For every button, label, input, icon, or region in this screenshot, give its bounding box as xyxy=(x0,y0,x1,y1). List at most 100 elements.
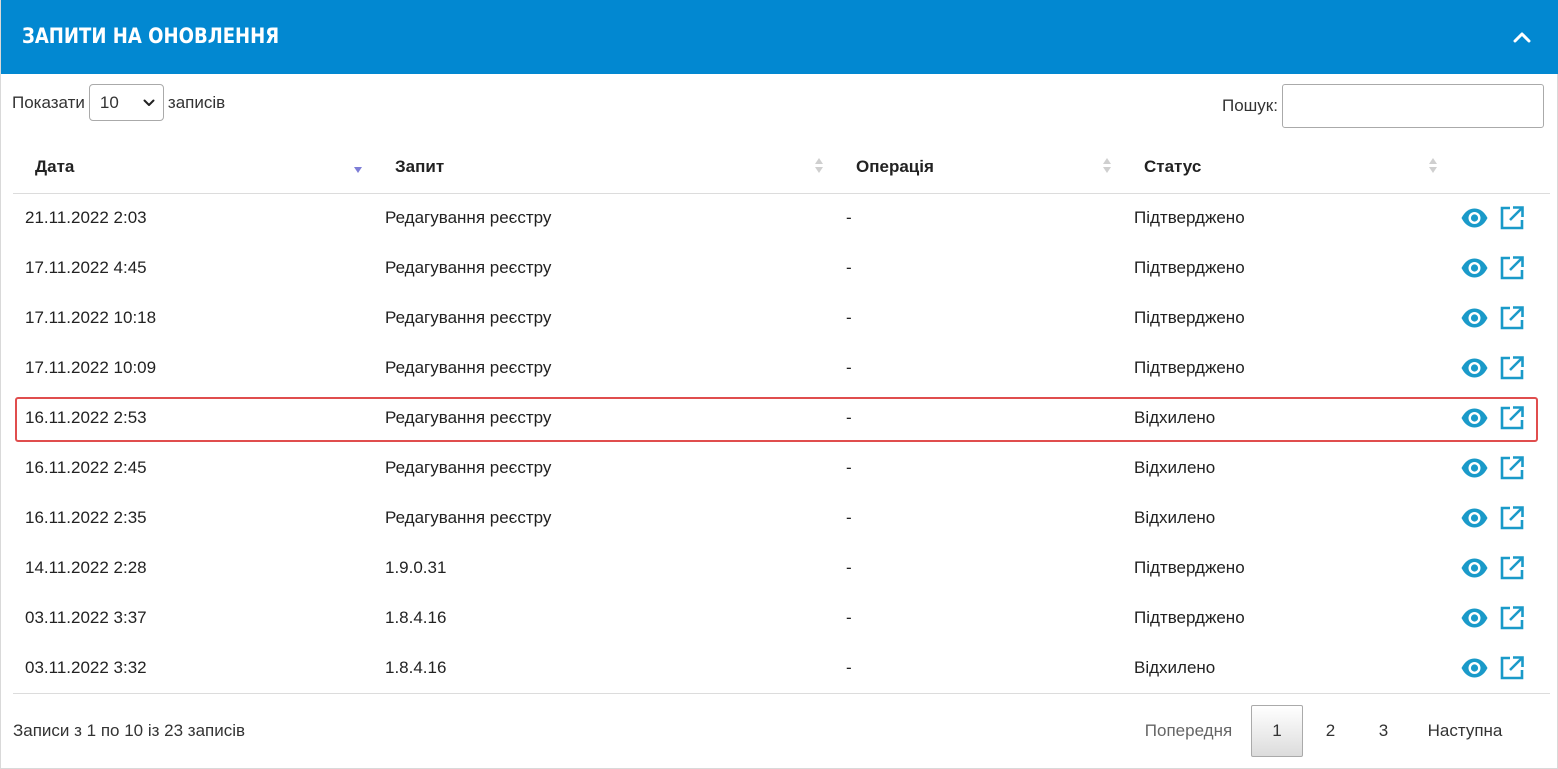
sort-icon xyxy=(815,158,823,173)
external-link-icon[interactable] xyxy=(1499,255,1525,281)
page-length-control: Показати 10 записів xyxy=(12,84,225,121)
cell-operation: - xyxy=(846,558,852,577)
cell-actions xyxy=(1448,443,1550,493)
table-row: 17.11.2022 4:45 Редагування реєстру - Підтв… xyxy=(13,243,1550,293)
row-actions xyxy=(1448,405,1550,431)
chevron-up-icon[interactable] xyxy=(1509,26,1535,48)
cell-actions xyxy=(1448,593,1550,643)
row-actions xyxy=(1448,305,1550,331)
cell-operation: - xyxy=(846,208,852,228)
cell-date: 17.11.2022 10:09 xyxy=(25,358,157,377)
cell-actions xyxy=(1448,343,1550,393)
cell-operation: - xyxy=(846,458,852,477)
cell-request: Редагування реєстру xyxy=(385,508,552,527)
table-row: 14.11.2022 2:28 1.9.0.31 - Підтверджено xyxy=(13,543,1550,593)
cell-status: Відхилено xyxy=(1134,408,1216,427)
panel-header: ЗАПИТИ НА ОНОВЛЕННЯ xyxy=(1,0,1558,74)
eye-icon[interactable] xyxy=(1460,257,1489,279)
cell-operation: - xyxy=(846,508,852,527)
external-link-icon[interactable] xyxy=(1499,505,1525,531)
cell-status: Підтверджено xyxy=(1134,308,1245,327)
eye-icon[interactable] xyxy=(1460,357,1489,379)
panel-title: ЗАПИТИ НА ОНОВЛЕННЯ xyxy=(22,24,280,48)
column-header-status[interactable]: Статус xyxy=(1122,141,1448,194)
table-body: 21.11.2022 2:03 Редагування реєстру - Підтв… xyxy=(13,193,1550,694)
cell-date: 17.11.2022 4:45 xyxy=(25,258,147,277)
page-length-select[interactable]: 10 xyxy=(88,84,164,121)
column-header-label: Запит xyxy=(395,156,445,176)
requests-table: Дата Запит Операція Статус 21.11.2022 2:… xyxy=(13,141,1550,694)
pagination-previous[interactable]: Попередня xyxy=(1126,705,1251,757)
table-row: 03.11.2022 3:37 1.8.4.16 - Підтверджено xyxy=(13,593,1550,643)
cell-request: Редагування реєстру xyxy=(385,208,552,228)
external-link-icon[interactable] xyxy=(1499,455,1525,481)
cell-request: Редагування реєстру xyxy=(385,358,552,377)
column-header-request[interactable]: Запит xyxy=(373,141,834,194)
cell-operation: - xyxy=(846,308,852,327)
table-row: 17.11.2022 10:09 Редагування реєстру - Підт… xyxy=(13,343,1550,393)
row-actions xyxy=(1448,505,1550,531)
external-link-icon[interactable] xyxy=(1499,305,1525,331)
cell-request: 1.8.4.16 xyxy=(373,643,834,694)
pagination-page-2[interactable]: 2 xyxy=(1304,705,1357,757)
pagination: Попередня 1 2 3 Наступна xyxy=(1126,705,1520,757)
eye-icon[interactable] xyxy=(1460,607,1489,629)
pagination-page-3[interactable]: 3 xyxy=(1357,705,1410,757)
table-row: 03.11.2022 3:32 1.8.4.16- Відхилено xyxy=(13,643,1550,694)
row-actions xyxy=(1448,655,1550,681)
row-actions xyxy=(1448,555,1550,581)
table-row: 21.11.2022 2:03 Редагування реєстру - Підтв… xyxy=(13,193,1550,243)
table-row: 16.11.2022 2:45 Редагування реєстру - Відхи… xyxy=(13,443,1550,493)
row-actions xyxy=(1448,255,1550,281)
page-length-value: 10 xyxy=(99,92,119,112)
records-label: записів xyxy=(167,92,226,112)
cell-status: Підтверджено xyxy=(1134,258,1245,277)
show-label: Показати xyxy=(12,92,85,112)
cell-operation: - xyxy=(834,643,1122,694)
cell-actions xyxy=(1448,393,1550,443)
cell-request: Редагування реєстру xyxy=(385,408,552,427)
eye-icon[interactable] xyxy=(1460,457,1489,479)
eye-icon[interactable] xyxy=(1460,657,1489,679)
cell-request: Редагування реєстру xyxy=(385,458,552,477)
cell-request: 1.9.0.31 xyxy=(385,558,447,577)
table-row: 16.11.2022 2:53 Редагування реєстру - Відхи… xyxy=(13,393,1550,443)
cell-actions xyxy=(1448,293,1550,343)
cell-status: Підтверджено xyxy=(1134,208,1245,228)
cell-actions xyxy=(1448,493,1550,543)
table-header-row: Дата Запит Операція Статус xyxy=(13,141,1550,194)
cell-operation: - xyxy=(846,408,852,427)
eye-icon[interactable] xyxy=(1460,207,1489,229)
column-header-label: Дата xyxy=(35,156,75,176)
eye-icon[interactable] xyxy=(1460,307,1489,329)
external-link-icon[interactable] xyxy=(1499,405,1525,431)
cell-status: Підтверджено xyxy=(1134,558,1245,577)
external-link-icon[interactable] xyxy=(1499,205,1525,231)
cell-date: 14.11.2022 2:28 xyxy=(25,558,147,577)
cell-actions xyxy=(1448,543,1550,593)
cell-actions xyxy=(1448,243,1550,293)
cell-status: Відхилено xyxy=(1122,643,1448,694)
cell-operation: - xyxy=(846,358,852,377)
eye-icon[interactable] xyxy=(1460,557,1489,579)
external-link-icon[interactable] xyxy=(1499,605,1525,631)
table-row: 16.11.2022 2:35 Редагування реєстру - Відхи… xyxy=(13,493,1550,543)
column-header-operation[interactable]: Операція xyxy=(834,141,1122,194)
column-header-actions xyxy=(1448,141,1550,194)
search-input[interactable] xyxy=(1281,84,1544,128)
cell-operation: - xyxy=(846,258,852,277)
cell-date: 03.11.2022 3:32 xyxy=(13,643,373,694)
sort-icon xyxy=(1429,158,1437,173)
cell-request: Редагування реєстру xyxy=(385,258,552,277)
pagination-next[interactable]: Наступна xyxy=(1410,705,1520,757)
external-link-icon[interactable] xyxy=(1499,555,1525,581)
eye-icon[interactable] xyxy=(1460,507,1489,529)
cell-actions xyxy=(1448,643,1550,694)
pagination-page-1[interactable]: 1 xyxy=(1251,705,1303,757)
column-header-date[interactable]: Дата xyxy=(13,141,373,194)
column-header-label: Статус xyxy=(1144,156,1202,176)
external-link-icon[interactable] xyxy=(1499,655,1525,681)
updates-panel: ЗАПИТИ НА ОНОВЛЕННЯ Показати 10 записів … xyxy=(0,0,1558,769)
eye-icon[interactable] xyxy=(1460,407,1489,429)
external-link-icon[interactable] xyxy=(1499,355,1525,381)
